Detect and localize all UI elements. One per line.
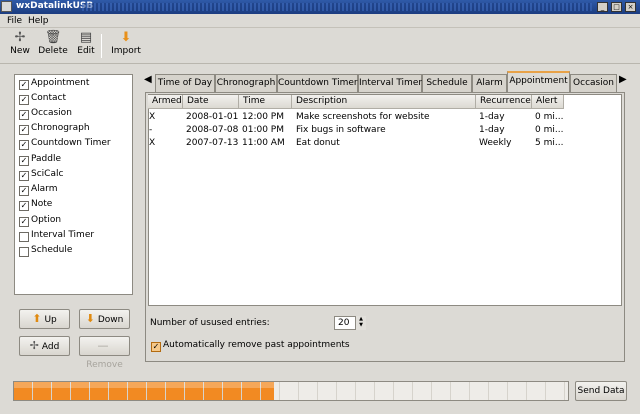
progress-shine bbox=[14, 382, 274, 388]
minimize-button[interactable]: _ bbox=[597, 2, 608, 12]
app-label: Chronograph bbox=[31, 123, 90, 133]
checkbox[interactable] bbox=[19, 247, 29, 257]
checkbox[interactable]: ✓ bbox=[19, 80, 29, 90]
column-header-recurrence[interactable]: Recurrence bbox=[476, 95, 532, 109]
cell-description: Fix bugs in software bbox=[296, 125, 386, 135]
cell-date: 2007-07-13 bbox=[186, 138, 239, 148]
column-header-date[interactable]: Date bbox=[183, 95, 239, 109]
column-header-time[interactable]: Time bbox=[239, 95, 292, 109]
cell-armed: - bbox=[149, 125, 153, 135]
remove-button[interactable]: — Remove bbox=[79, 336, 130, 370]
checkbox[interactable] bbox=[19, 232, 29, 242]
arrow-down-icon: ⬇ bbox=[85, 312, 95, 325]
spinner-arrows-icon[interactable]: ▲ ▼ bbox=[355, 316, 366, 330]
app-label: Alarm bbox=[31, 184, 58, 194]
checkbox[interactable]: ✓ bbox=[151, 342, 161, 352]
column-header-description[interactable]: Description bbox=[292, 95, 476, 109]
table-row[interactable]: - 2008-07-08 01:00 PM Fix bugs in softwa… bbox=[148, 124, 622, 136]
tab-chronograph[interactable]: Chronograph bbox=[215, 74, 277, 92]
remove-label: Remove bbox=[86, 360, 123, 370]
plus-icon: ✢ bbox=[29, 339, 39, 352]
app-label: Interval Timer bbox=[31, 230, 95, 240]
cell-time: 11:00 AM bbox=[242, 138, 285, 148]
tab-time-of-day[interactable]: Time of Day bbox=[155, 74, 215, 92]
add-button[interactable]: ✢ Add bbox=[19, 336, 70, 356]
cell-date: 2008-01-01 bbox=[186, 112, 239, 122]
menu-bar: File Help bbox=[0, 14, 640, 28]
title-bar: wxDatalinkUSB _ □ × bbox=[0, 0, 640, 14]
up-label: Up bbox=[44, 315, 57, 325]
menu-help[interactable]: Help bbox=[28, 16, 49, 26]
up-button[interactable]: ⬆ Up bbox=[19, 309, 70, 329]
toolbar-divider bbox=[0, 63, 640, 64]
down-label: Down bbox=[97, 315, 124, 325]
menu-file[interactable]: File bbox=[7, 16, 22, 26]
cell-recurrence: Weekly bbox=[479, 138, 512, 148]
column-header-alert[interactable]: Alert bbox=[532, 95, 564, 109]
title-bar-pattern bbox=[82, 3, 592, 11]
maximize-button[interactable]: □ bbox=[611, 2, 622, 12]
tab-appointment[interactable]: Appointment bbox=[507, 71, 570, 93]
application-list: ✓ Appointment ✓ Contact ✓ Occasion ✓ Chronog… bbox=[14, 74, 133, 295]
send-data-button[interactable]: Send Data bbox=[575, 381, 627, 401]
cell-recurrence: 1-day bbox=[479, 112, 505, 122]
edit-label: Edit bbox=[77, 46, 95, 56]
cell-time: 12:00 PM bbox=[242, 112, 284, 122]
app-icon bbox=[1, 1, 12, 12]
cell-recurrence: 1-day bbox=[479, 125, 505, 135]
import-icon: ⬇ bbox=[120, 30, 132, 45]
cell-date: 2008-07-08 bbox=[186, 125, 239, 135]
tab-occasion[interactable]: Occasion bbox=[570, 74, 617, 92]
checkbox[interactable]: ✓ bbox=[19, 201, 29, 211]
checkbox[interactable]: ✓ bbox=[19, 140, 29, 150]
tab-scroll-left-icon[interactable]: ◀ bbox=[144, 74, 152, 85]
arrow-up-icon: ⬆ bbox=[32, 312, 42, 325]
app-label: Option bbox=[31, 215, 62, 225]
minus-icon: — bbox=[97, 339, 109, 352]
app-label: SciCalc bbox=[31, 169, 64, 179]
close-button[interactable]: × bbox=[625, 2, 636, 12]
checkbox[interactable]: ✓ bbox=[19, 217, 29, 227]
cell-description: Make screenshots for website bbox=[296, 112, 430, 122]
auto-remove-checkbox[interactable]: ✓ Automatically remove past appointments bbox=[151, 340, 451, 354]
toolbar-separator bbox=[101, 34, 102, 58]
edit-button[interactable]: ▤ Edit bbox=[66, 31, 106, 61]
table-row[interactable]: X 2007-07-13 11:00 AM Eat donut Weekly 5… bbox=[148, 137, 622, 149]
checkbox[interactable]: ✓ bbox=[19, 171, 29, 181]
tab-scroll-right-icon[interactable]: ▶ bbox=[619, 74, 627, 85]
cell-alert: 5 mi... bbox=[535, 138, 564, 148]
app-label: Occasion bbox=[31, 108, 72, 118]
auto-remove-label: Automatically remove past appointments bbox=[163, 340, 350, 350]
checkbox[interactable]: ✓ bbox=[19, 156, 29, 166]
down-button[interactable]: ⬇ Down bbox=[79, 309, 130, 329]
cell-alert: 0 mi... bbox=[535, 112, 564, 122]
used-entries-label: Number of usused entries: bbox=[150, 318, 270, 328]
cell-armed: X bbox=[149, 138, 156, 148]
tab-schedule[interactable]: Schedule bbox=[422, 74, 472, 92]
app-label: Note bbox=[31, 199, 53, 209]
import-label: Import bbox=[111, 46, 141, 56]
app-label: Countdown Timer bbox=[31, 138, 111, 148]
tab-alarm[interactable]: Alarm bbox=[472, 74, 507, 92]
checkbox[interactable]: ✓ bbox=[19, 186, 29, 196]
import-button[interactable]: ⬇ Import bbox=[106, 31, 146, 61]
checkbox[interactable]: ✓ bbox=[19, 125, 29, 135]
app-label: Contact bbox=[31, 93, 67, 103]
cell-time: 01:00 PM bbox=[242, 125, 284, 135]
tab-countdown-timer[interactable]: Countdown Timer bbox=[277, 74, 358, 92]
app-label: Paddle bbox=[31, 154, 62, 164]
tab-interval-timer[interactable]: Interval Timer bbox=[358, 74, 422, 92]
cell-description: Eat donut bbox=[296, 138, 340, 148]
column-header-armed[interactable]: Armed bbox=[148, 95, 183, 109]
add-label: Add bbox=[41, 342, 60, 352]
app-label: Appointment bbox=[31, 78, 90, 88]
cell-armed: X bbox=[149, 112, 156, 122]
cell-alert: 0 mi... bbox=[535, 125, 564, 135]
checkbox[interactable]: ✓ bbox=[19, 110, 29, 120]
app-label: Schedule bbox=[31, 245, 73, 255]
table-row[interactable]: X 2008-01-01 12:00 PM Make screenshots f… bbox=[148, 111, 622, 123]
checkbox[interactable]: ✓ bbox=[19, 95, 29, 105]
edit-icon: ▤ bbox=[79, 30, 93, 45]
transfer-progress-bar bbox=[13, 381, 569, 401]
